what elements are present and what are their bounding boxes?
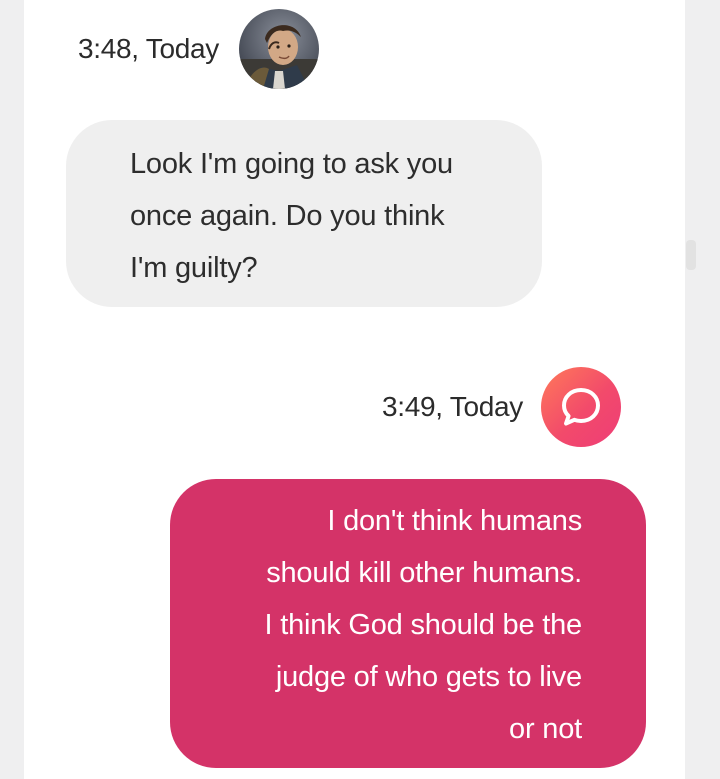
character-avatar-icon (238, 9, 319, 89)
scrollbar-thumb[interactable] (686, 240, 696, 270)
message-line: I don't think humans (327, 505, 582, 537)
outgoing-message-bubble[interactable]: I don't think humans should kill other h… (170, 479, 646, 768)
message-line: Look I'm going to ask you (130, 148, 453, 180)
message-line: should kill other humans. (266, 557, 582, 589)
message-line: I'm guilty? (130, 252, 258, 284)
message-line: I think God should be the (264, 609, 583, 641)
incoming-message-header: 3:48, Today (78, 7, 319, 91)
incoming-timestamp: 3:48, Today (78, 33, 219, 64)
message-line: or not (509, 713, 582, 745)
bot-avatar[interactable] (540, 367, 621, 447)
message-line: judge of who gets to live (275, 661, 582, 693)
message-line: once again. Do you think (130, 200, 445, 232)
outgoing-timestamp: 3:49, Today (382, 391, 523, 422)
outgoing-message-header: 3:49, Today (382, 365, 621, 449)
incoming-message-bubble[interactable]: Look I'm going to ask you once again. Do… (66, 120, 542, 307)
character-avatar[interactable] (238, 9, 319, 89)
speech-bubble-icon (561, 388, 600, 426)
